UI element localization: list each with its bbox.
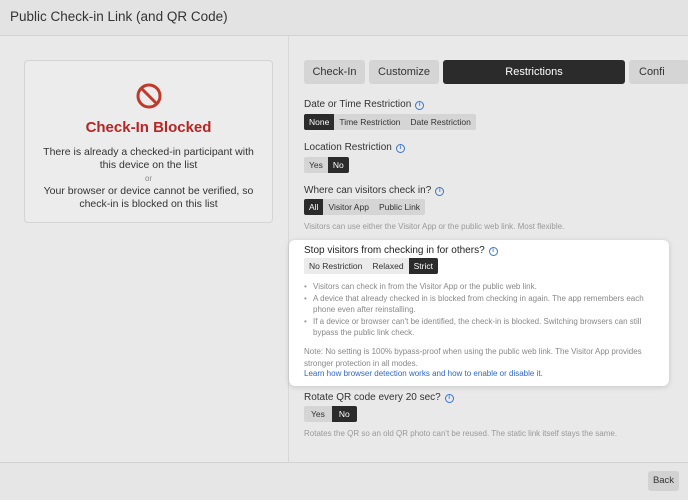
stop-others-toggle: No Restriction Relaxed Strict [304,258,438,274]
checkin-where-label: Where can visitors check in? i [304,185,445,196]
date-restriction-label: Date or Time Restriction i [304,99,425,110]
strict-mode-details: Visitors can check in from the Visitor A… [304,281,664,339]
date-option-time[interactable]: Time Restriction [334,114,405,130]
location-option-no[interactable]: No [327,157,349,173]
prohibited-icon [136,83,162,109]
location-restriction-toggle: Yes No [304,157,349,173]
info-icon[interactable]: i [488,247,498,256]
check-in-status-card: Check-In Blocked There is already a chec… [24,60,273,223]
info-icon[interactable]: i [415,101,425,110]
rotate-qr-toggle: Yes No [304,406,357,422]
checkin-where-toggle: All Visitor App Public Link [304,199,426,215]
blocked-title: Check-In Blocked [85,119,212,136]
where-option-visitor-app[interactable]: Visitor App [323,199,373,215]
stop-others-panel: Stop visitors from checking in for other… [289,240,669,386]
browser-detection-link[interactable]: Learn how browser detection works and ho… [304,369,543,378]
list-item: If a device or browser can't be identifi… [304,316,664,339]
tab-check-in[interactable]: Check-In [304,60,365,84]
info-icon[interactable]: i [395,144,405,153]
modal-title: Public Check-in Link (and QR Code) [10,9,228,24]
stop-others-label: Stop visitors from checking in for other… [304,245,498,256]
date-option-date[interactable]: Date Restriction [405,114,475,130]
rotate-option-yes[interactable]: Yes [304,406,332,422]
location-option-yes[interactable]: Yes [304,157,328,173]
blocked-or-separator: or [144,174,153,183]
info-icon[interactable]: i [435,187,445,196]
stop-option-strict[interactable]: Strict [408,258,438,274]
tab-configure[interactable]: Confi [629,60,688,84]
list-item: A device that already checked in is bloc… [304,293,664,316]
stop-option-no-restriction[interactable]: No Restriction [304,258,367,274]
date-restriction-toggle: None Time Restriction Date Restriction [304,114,476,130]
modal-header: Public Check-in Link (and QR Code) [0,0,688,36]
blocked-message-device: There is already a checked-in participan… [43,146,254,171]
checkin-where-hint: Visitors can use either the Visitor App … [304,222,565,231]
tab-restrictions[interactable]: Restrictions [443,60,625,84]
blocked-message-browser: Your browser or device cannot be verifie… [43,185,254,210]
rotate-option-no[interactable]: No [331,406,357,422]
info-icon[interactable]: i [444,394,454,403]
list-item: Visitors can check in from the Visitor A… [304,281,664,293]
bypass-note: Note: No setting is 100% bypass-proof wh… [304,347,642,368]
modal-footer: Back [0,462,688,500]
tab-customize[interactable]: Customize [369,60,439,84]
stop-option-relaxed[interactable]: Relaxed [367,258,408,274]
back-button[interactable]: Back [648,471,679,491]
date-option-none[interactable]: None [304,114,335,130]
where-option-all[interactable]: All [304,199,324,215]
rotate-qr-label: Rotate QR code every 20 sec? i [304,392,454,403]
rotate-qr-hint: Rotates the QR so an old QR photo can't … [304,429,618,438]
location-restriction-label: Location Restriction i [304,142,405,153]
where-option-public-link[interactable]: Public Link [374,199,425,215]
